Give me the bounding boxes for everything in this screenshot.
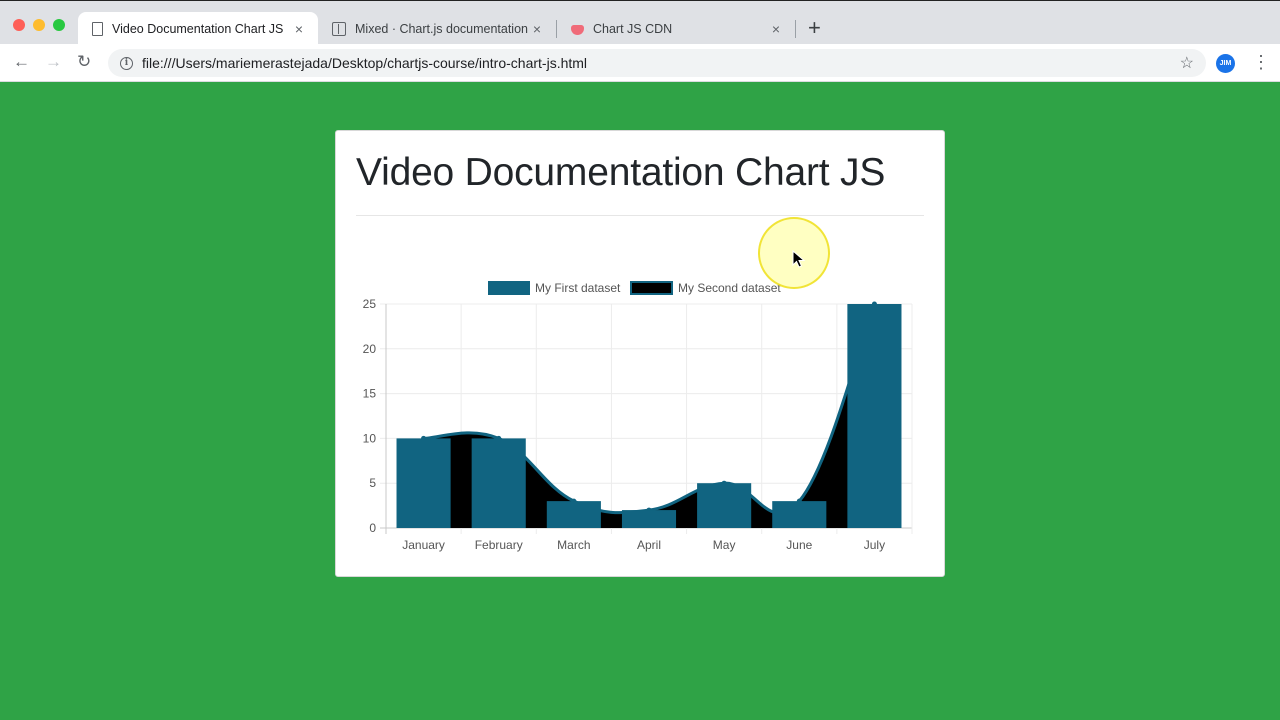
x-tick-label: February (475, 538, 523, 552)
legend-label: My First dataset (535, 281, 621, 295)
y-tick-label: 0 (369, 521, 376, 535)
x-tick-label: January (402, 538, 445, 552)
x-tick-label: July (864, 538, 885, 552)
tab-video-documentation[interactable]: Video Documentation Chart JS × (78, 12, 318, 45)
new-tab-button[interactable]: + (808, 17, 821, 39)
close-window-button[interactable] (13, 19, 25, 31)
cup-icon (571, 24, 584, 35)
maximize-window-button[interactable] (53, 19, 65, 31)
tab-chartjs-cdn[interactable]: Chart JS CDN × (557, 12, 795, 45)
legend-label: My Second dataset (678, 281, 781, 295)
close-icon[interactable]: × (528, 21, 546, 37)
reload-icon[interactable]: ↻ (77, 52, 91, 72)
mouse-cursor-icon (792, 250, 806, 268)
legend-swatch-first-dataset (488, 281, 530, 295)
browser-titlebar: Video Documentation Chart JS × Mixed · C… (0, 0, 1280, 45)
chart: 0 5 10 15 20 25 January February March April May Ju… (363, 281, 913, 552)
info-icon[interactable]: i (120, 56, 133, 70)
bar (396, 438, 451, 528)
extension-icon[interactable]: JIM (1216, 54, 1235, 73)
url-text[interactable]: file:///Users/mariemerastejada/Desktop/c… (142, 55, 587, 71)
minimize-window-button[interactable] (33, 19, 45, 31)
y-tick-label: 5 (369, 476, 376, 490)
bar (772, 501, 827, 528)
forward-arrow-icon[interactable]: → (45, 52, 62, 72)
bar (621, 510, 677, 528)
x-tick-label: May (713, 538, 736, 552)
book-icon (332, 21, 346, 36)
x-tick-label: April (637, 538, 661, 552)
browser-toolbar: ← → ↻ i file:///Users/mariemerastejada/D… (0, 44, 1280, 82)
back-arrow-icon[interactable]: ← (13, 52, 30, 72)
address-bar[interactable]: i file:///Users/mariemerastejada/Desktop… (108, 49, 1206, 77)
tab-title: Mixed · Chart.js documentation (355, 21, 528, 36)
close-icon[interactable]: × (290, 21, 308, 37)
y-tick-label: 10 (363, 431, 377, 445)
page-icon (92, 21, 103, 36)
y-tick-label: 25 (363, 297, 377, 311)
tab-title: Video Documentation Chart JS (112, 21, 284, 36)
y-tick-label: 15 (363, 387, 377, 401)
bar (471, 438, 526, 528)
tab-separator (795, 20, 796, 38)
menu-kebab-icon[interactable]: ⋮ (1252, 52, 1270, 72)
y-tick-label: 20 (363, 342, 377, 356)
legend-swatch-second-dataset (630, 281, 673, 295)
bookmark-star-icon[interactable]: ☆ (1180, 53, 1194, 73)
x-tick-label: June (786, 538, 812, 552)
bar (847, 304, 902, 528)
content-card: Video Documentation Chart JS 0 5 10 15 20 25 J… (335, 130, 945, 577)
bar (546, 501, 601, 528)
bar (697, 483, 752, 528)
x-tick-label: March (557, 538, 590, 552)
close-icon[interactable]: × (767, 21, 785, 37)
tab-chartjs-mixed-docs[interactable]: Mixed · Chart.js documentation × (318, 12, 556, 45)
tab-title: Chart JS CDN (593, 21, 673, 36)
